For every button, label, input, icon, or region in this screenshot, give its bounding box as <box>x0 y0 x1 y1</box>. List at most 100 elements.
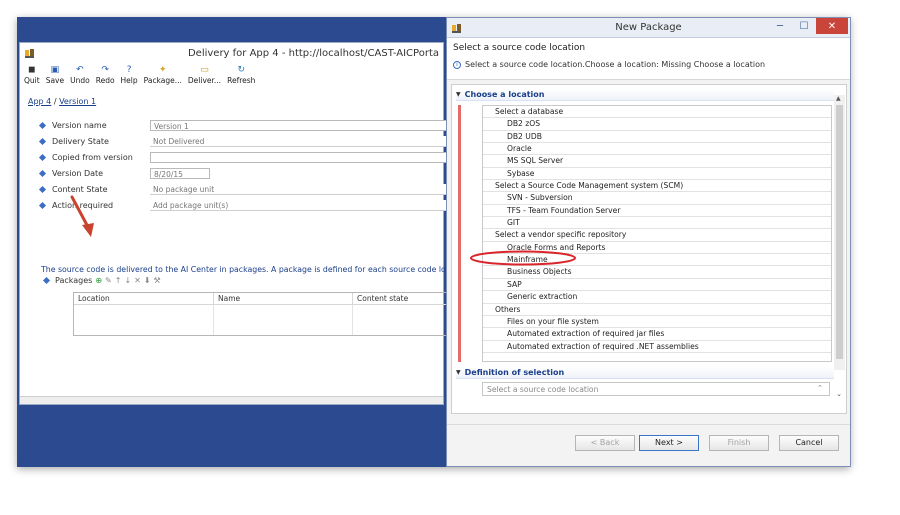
toolbar-label: Undo <box>70 76 90 85</box>
delete-package-icon[interactable]: ✕ <box>134 276 141 285</box>
dialog-header-message: i Select a source code location.Choose a… <box>453 60 765 69</box>
tree-item-automated-extraction-of-required-net-assemblies[interactable]: Automated extraction of required .NET as… <box>483 341 831 353</box>
toolbar-redo-button[interactable]: ↷ Redo <box>96 65 115 89</box>
tree-item-tfs-team-foundation-server[interactable]: TFS - Team Foundation Server <box>483 205 831 218</box>
delivery-title-bar: Delivery for App 4 - http://localhost/CA… <box>20 43 443 65</box>
tree-item-git[interactable]: GIT <box>483 217 831 230</box>
tree-item-db2-zos[interactable]: DB2 zOS <box>483 118 831 131</box>
next-button[interactable]: Next > <box>639 435 699 451</box>
location-tree-panel: Select a database DB2 zOS DB2 UDB Oracle MS … <box>482 105 832 362</box>
close-button[interactable]: ✕ <box>816 18 848 34</box>
maximize-button[interactable]: ☐ <box>792 18 816 34</box>
chevron-up-icon[interactable]: ⌃ <box>817 384 823 392</box>
breadcrumb-app-link[interactable]: App 4 <box>28 97 51 106</box>
packages-table-body <box>74 305 462 335</box>
tree-item-oracle[interactable]: Oracle <box>483 143 831 156</box>
toolbar-label: Quit <box>24 76 40 85</box>
refresh-icon: ↻ <box>237 65 245 75</box>
breadcrumb: App 4 / Version 1 <box>28 97 96 106</box>
minimize-button[interactable]: ─ <box>768 18 792 34</box>
vertical-scrollbar[interactable]: ▲ <box>834 95 845 370</box>
field-label: Content State <box>52 185 108 194</box>
packages-label: Packages <box>55 276 93 285</box>
field-value[interactable]: Version 1 <box>150 120 458 131</box>
horizontal-scrollbar[interactable] <box>20 396 443 404</box>
redo-icon: ↷ <box>101 65 109 75</box>
field-value: No package unit <box>150 184 458 195</box>
save-icon: ▣ <box>50 65 60 75</box>
package-icon: ✦ <box>159 65 167 75</box>
screenshot-stage: Delivery for App 4 - http://localhost/CA… <box>0 0 900 515</box>
form-row: Version name Version 1 <box>38 120 458 136</box>
field-value[interactable]: 8/20/15 <box>150 168 210 179</box>
cancel-button[interactable]: Cancel <box>779 435 839 451</box>
field-label: Version Date <box>52 169 104 178</box>
back-button[interactable]: < Back <box>575 435 635 451</box>
toolbar-save-button[interactable]: ▣ Save <box>46 65 64 89</box>
add-package-icon[interactable]: ⊕ <box>95 276 102 285</box>
delivery-window-title: Delivery for App 4 - http://localhost/CA… <box>187 48 439 59</box>
bullet-icon <box>38 121 47 130</box>
tree-group: Others <box>483 304 831 316</box>
bullet-icon <box>38 185 47 194</box>
toolbar-label: Package... <box>143 76 182 85</box>
tree-item-business-objects[interactable]: Business Objects <box>483 266 831 279</box>
toolbar-deliver-button[interactable]: ▭ Deliver... <box>188 65 221 89</box>
dialog-header: Select a source code location i Select a… <box>447 38 850 80</box>
tree-item-sap[interactable]: SAP <box>483 279 831 292</box>
tree-group: Select a database <box>483 106 831 119</box>
dialog-content: ▼ Choose a location Select a database DB2… <box>451 84 847 414</box>
bullet-icon <box>42 276 51 285</box>
tree-group: Select a vendor specific repository <box>483 229 831 242</box>
definition-selection-field[interactable]: Select a source code location ⌃ <box>482 382 830 396</box>
red-ellipse-annotation <box>470 250 576 266</box>
scroll-down-icon[interactable]: ⌄ <box>836 390 842 398</box>
tree-item-sybase[interactable]: Sybase <box>483 168 831 181</box>
packages-table-header: Location Name Content state <box>74 293 462 305</box>
deliver-package-icon[interactable]: ⬇ <box>144 276 151 285</box>
field-value: Not Delivered <box>150 136 458 147</box>
move-down-icon[interactable]: ↓ <box>124 276 131 285</box>
bullet-icon <box>38 169 47 178</box>
toolbar-help-button[interactable]: ? Help <box>121 65 138 89</box>
field-value[interactable] <box>150 152 458 163</box>
section-choose-location-label: Choose a location <box>464 90 545 99</box>
tree-item-automated-extraction-of-required-jar-files[interactable]: Automated extraction of required jar fil… <box>483 328 831 341</box>
field-label: Copied from version <box>52 153 133 162</box>
finish-button[interactable]: Finish <box>709 435 769 451</box>
toolbar-label: Redo <box>95 76 115 85</box>
move-up-icon[interactable]: ↑ <box>115 276 122 285</box>
toolbar-quit-button[interactable]: ◼ Quit <box>24 65 40 89</box>
delivery-toolbar: ◼ Quit ▣ Save ↶ Undo ↷ Redo? Help ✦ Package... ▭ Del… <box>24 65 255 89</box>
tree-item-db2-udb[interactable]: DB2 UDB <box>483 131 831 144</box>
column-location[interactable]: Location <box>74 293 214 304</box>
tree-group: Select a Source Code Management system (… <box>483 180 831 193</box>
edit-package-icon[interactable]: ✎ <box>105 276 112 285</box>
dialog-button-bar: < Back Next > Finish Cancel <box>447 424 850 466</box>
app-icon <box>25 49 34 58</box>
scroll-up-icon[interactable]: ▲ <box>836 95 841 102</box>
section-choose-location[interactable]: ▼ Choose a location <box>456 89 834 101</box>
tree-item-ms-sql-server[interactable]: MS SQL Server <box>483 155 831 168</box>
tree-item-generic-extraction[interactable]: Generic extraction <box>483 291 831 304</box>
table-cell <box>214 305 353 335</box>
field-value: Add package unit(s) <box>150 200 458 211</box>
column-name[interactable]: Name <box>214 293 353 304</box>
tree-item-files-on-your-file-system[interactable]: Files on your file system <box>483 316 831 329</box>
tree-item-svn-subversion[interactable]: SVN - Subversion <box>483 192 831 205</box>
tools-icon[interactable]: ⚒ <box>154 276 161 285</box>
toolbar-refresh-button[interactable]: ↻ Refresh <box>227 65 255 89</box>
undo-icon: ↶ <box>76 65 84 75</box>
section-definition-of-selection[interactable]: ▼ Definition of selection <box>456 367 834 379</box>
toolbar-package-button[interactable]: ✦ Package... <box>144 65 182 89</box>
collapse-icon: ▼ <box>456 369 461 376</box>
scrollbar-thumb[interactable] <box>836 105 843 359</box>
toolbar-label: Refresh <box>227 76 256 85</box>
breadcrumb-version-link[interactable]: Version 1 <box>59 97 96 106</box>
quit-icon: ◼ <box>28 65 36 75</box>
dialog-message-text: Select a source code location.Choose a l… <box>465 60 766 69</box>
red-arrow-annotation <box>70 195 94 237</box>
form-row: Copied from version <box>38 152 458 168</box>
toolbar-undo-button[interactable]: ↶ Undo <box>70 65 90 89</box>
version-form: Version name Version 1 Delivery State Not D… <box>38 120 458 216</box>
